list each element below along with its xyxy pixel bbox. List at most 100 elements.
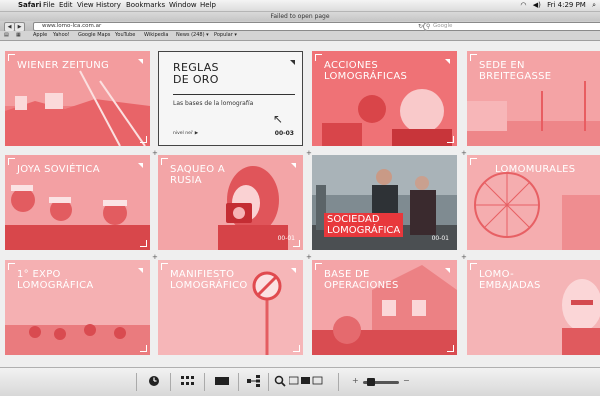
- tile-joya-sovietica[interactable]: JOYA SOVIÉTICA: [5, 155, 150, 250]
- tile-level: nivel nei' ▶: [173, 131, 199, 136]
- bookmark-google-maps[interactable]: Google Maps: [78, 31, 110, 40]
- frame-corner: [470, 54, 477, 61]
- frame-corner: [470, 158, 477, 165]
- tile-title: WIENER ZEITUNG: [17, 60, 110, 71]
- frame-corner: [315, 263, 322, 270]
- tile-acciones-lomograficas[interactable]: ACCIONES LOMOGRÁFICAS: [312, 51, 457, 146]
- tile-expo-lomografica[interactable]: 1° EXPO LOMOGRÁFICA: [5, 260, 150, 355]
- frame-corner: [8, 263, 15, 270]
- frame-corner: [447, 345, 454, 352]
- bookmark-news[interactable]: News (248) ▾: [176, 31, 209, 40]
- tile-title: SOCIEDAD LOMOGRÁFICA: [324, 213, 404, 237]
- bookmark-wikipedia[interactable]: Wikipedia: [144, 31, 168, 40]
- menu-clock[interactable]: ◠ ◀) Fri 4:29 PM ⌕: [520, 0, 596, 11]
- separator: [268, 373, 269, 391]
- frame-corner: [140, 240, 147, 247]
- tile-wiener-zeitung[interactable]: WIENER ZEITUNG: [5, 51, 150, 146]
- tile-sede-en-breitegasse[interactable]: SEDE EN BREITEGASSE: [467, 51, 600, 146]
- frame-corner: [470, 263, 477, 270]
- tile-title: SAQUEO A RUSIA: [170, 164, 225, 186]
- tile-lomomurales[interactable]: LOMOMURALES: [467, 155, 600, 250]
- tile-reglas-de-oro[interactable]: REGLAS DE ORO Las bases de la lomografía…: [158, 51, 303, 146]
- frame-corner: [315, 54, 322, 61]
- tile-lomo-embajadas[interactable]: LOMO- EMBAJADAS: [467, 260, 600, 355]
- panel-icon[interactable]: [288, 374, 324, 388]
- window-titlebar: Failed to open page: [0, 12, 600, 21]
- frame-corner: [161, 263, 168, 270]
- window-title: Failed to open page: [270, 13, 330, 20]
- zoom-slider-thumb[interactable]: [367, 378, 375, 386]
- single-view-icon[interactable]: [214, 374, 230, 388]
- clock-text[interactable]: Fri 4:29 PM: [547, 1, 586, 9]
- crosshair-marker: +: [461, 149, 467, 157]
- tile-number: 00-01: [431, 235, 449, 242]
- lomography-grid: WIENER ZEITUNG REGLAS DE ORO Las bases d…: [0, 41, 600, 367]
- tile-number: 00-03: [274, 130, 294, 137]
- separator: [170, 373, 171, 391]
- search-placeholder: Google: [433, 23, 453, 29]
- wifi-icon[interactable]: ◠: [520, 1, 526, 9]
- frame-corner: [161, 158, 168, 165]
- tile-sociedad-lomografica[interactable]: SOCIEDAD LOMOGRÁFICA 00-01: [312, 155, 457, 250]
- frame-corner: [140, 345, 147, 352]
- url-text: www.lomo-lca.com.ar: [42, 23, 102, 29]
- clock-icon[interactable]: [146, 374, 162, 388]
- search-icon: ⚲: [426, 23, 431, 30]
- menu-file[interactable]: File: [43, 0, 55, 11]
- bookmark-yahoo[interactable]: Yahoo!: [53, 31, 70, 40]
- menu-app[interactable]: Safari: [18, 0, 41, 11]
- menu-view[interactable]: View: [77, 0, 94, 11]
- menu-bar: Safari File Edit View History Bookmarks …: [0, 0, 600, 12]
- menu-window[interactable]: Window: [169, 0, 197, 11]
- menu-bookmarks[interactable]: Bookmarks: [126, 0, 165, 11]
- divider: [173, 94, 295, 95]
- frame-corner: [293, 345, 300, 352]
- bookmark-youtube[interactable]: YouTube: [115, 31, 135, 40]
- bookmarks-grid-icon[interactable]: ▦: [16, 31, 21, 40]
- grid-icon[interactable]: [180, 374, 196, 388]
- tile-title: JOYA SOVIÉTICA: [17, 164, 100, 175]
- spotlight-icon[interactable]: ⌕: [592, 1, 596, 9]
- tile-title: SEDE EN BREITEGASSE: [479, 60, 552, 82]
- zoom-icon[interactable]: [272, 374, 288, 388]
- bookmark-apple[interactable]: Apple: [33, 31, 47, 40]
- tile-title: 1° EXPO LOMOGRÁFICA: [17, 269, 94, 291]
- crosshair-marker: +: [306, 149, 312, 157]
- crosshair-marker: +: [152, 149, 158, 157]
- volume-icon[interactable]: ◀): [533, 1, 541, 9]
- menu-edit[interactable]: Edit: [59, 0, 73, 11]
- separator: [238, 373, 239, 391]
- bookmark-popular[interactable]: Popular ▾: [214, 31, 237, 40]
- frame-corner: [8, 54, 15, 61]
- frame-corner: [140, 136, 147, 143]
- tile-number: 00-01: [277, 235, 295, 242]
- zoom-in-button[interactable]: +: [352, 376, 359, 385]
- viewer-toolbar: + −: [0, 367, 600, 396]
- separator: [338, 373, 339, 391]
- flag-icon: [290, 60, 295, 65]
- address-field[interactable]: www.lomo-lca.com.ar ↻: [33, 22, 426, 31]
- crosshair-marker: +: [461, 253, 467, 261]
- tile-title: MANIFIESTO LOMOGRÁFICO: [170, 269, 248, 291]
- tree-icon[interactable]: [246, 374, 262, 388]
- frame-corner: [447, 136, 454, 143]
- search-field[interactable]: ⚲ Google: [423, 22, 600, 31]
- tile-saqueo-a-rusia[interactable]: SAQUEO A RUSIA 00-01: [158, 155, 303, 250]
- tile-title: REGLAS DE ORO: [173, 61, 219, 86]
- browser-toolbar: ◀ ▶ www.lomo-lca.com.ar ↻ ⚲ Google: [0, 21, 600, 32]
- separator: [204, 373, 205, 391]
- tile-manifiesto-lomografico[interactable]: MANIFIESTO LOMOGRÁFICO: [158, 260, 303, 355]
- tile-base-de-operaciones[interactable]: BASE DE OPERACIONES: [312, 260, 457, 355]
- bookmarks-bar: ▤ ▦ Apple Yahoo! Google Maps YouTube Wik…: [0, 31, 600, 41]
- menu-help[interactable]: Help: [200, 0, 216, 11]
- tile-subtitle: Las bases de la lomografía: [173, 100, 254, 107]
- crosshair-marker: +: [152, 253, 158, 261]
- tile-title: LOMO- EMBAJADAS: [479, 269, 541, 291]
- menu-history[interactable]: History: [96, 0, 121, 11]
- zoom-out-button[interactable]: −: [403, 376, 410, 385]
- tile-title: BASE DE OPERACIONES: [324, 269, 399, 291]
- frame-corner: [8, 158, 15, 165]
- separator: [136, 373, 137, 391]
- bookmarks-icon[interactable]: ▤: [4, 31, 9, 40]
- cursor-icon: ↖: [273, 112, 284, 126]
